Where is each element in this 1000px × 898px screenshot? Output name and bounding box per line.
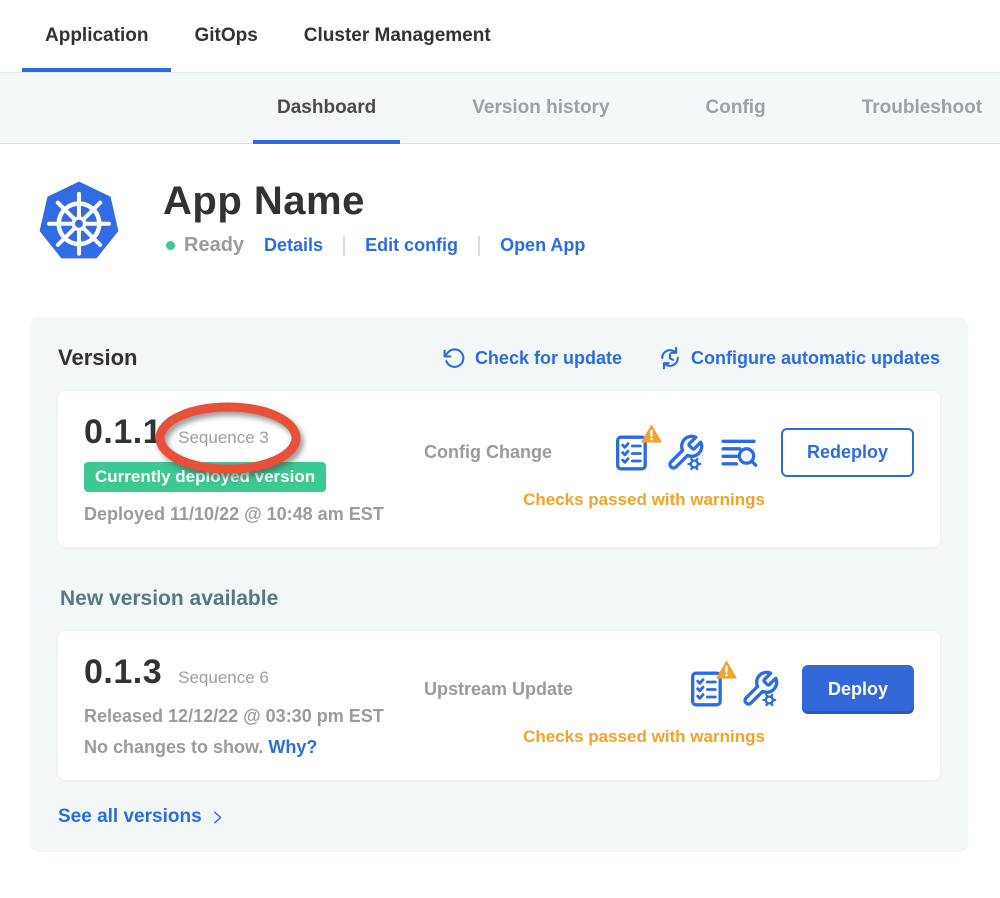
version-panel-title: Version (58, 345, 137, 371)
tab-application[interactable]: Application (22, 0, 171, 72)
tab-gitops[interactable]: GitOps (171, 0, 280, 72)
preflight-checks-warning-icon[interactable] (611, 433, 651, 473)
tab-dashboard-label: Dashboard (277, 97, 376, 119)
why-link[interactable]: Why? (268, 737, 317, 757)
released-timestamp: Released 12/12/22 @ 03:30 pm EST (84, 706, 414, 727)
page-title: App Name (163, 177, 585, 225)
tab-cluster-management[interactable]: Cluster Management (281, 0, 514, 72)
tab-gitops-label: GitOps (194, 25, 257, 47)
open-app-link[interactable]: Open App (500, 235, 585, 256)
kubernetes-logo-icon (35, 177, 123, 267)
refresh-icon (442, 346, 467, 371)
deploy-button[interactable]: Deploy (802, 665, 914, 714)
tab-cluster-management-label: Cluster Management (304, 25, 491, 47)
redeploy-button[interactable]: Redeploy (781, 428, 914, 477)
new-version-heading: New version available (60, 587, 940, 611)
check-for-update-label: Check for update (475, 348, 622, 369)
available-version-number: 0.1.3 (84, 653, 162, 692)
warning-triangle-icon (715, 658, 738, 681)
primary-nav: Application GitOps Cluster Management (0, 0, 1000, 72)
auto-update-clock-icon (657, 345, 683, 371)
see-all-versions-label: See all versions (58, 806, 202, 828)
deployed-version-card: 0.1.1 Sequence 3 Currently deployed vers… (58, 391, 940, 547)
deployed-version-number: 0.1.1 (84, 413, 162, 452)
divider (343, 236, 345, 256)
no-changes-text: No changes to show. (84, 737, 263, 757)
warning-triangle-icon (640, 422, 663, 445)
ready-status-dot-icon (166, 241, 175, 250)
deployed-timestamp: Deployed 11/10/22 @ 10:48 am EST (84, 504, 414, 525)
tab-config[interactable]: Config (682, 73, 790, 143)
app-status-row: Ready Details Edit config Open App (163, 234, 585, 257)
available-sequence-label: Sequence 6 (178, 668, 269, 687)
edit-config-link[interactable]: Edit config (365, 235, 458, 256)
version-panel: Version Check for update Configure autom… (30, 317, 968, 852)
currently-deployed-badge: Currently deployed version (84, 462, 326, 492)
tab-config-label: Config (706, 97, 766, 119)
preflight-checks-warning-icon[interactable] (686, 669, 726, 709)
view-diff-icon[interactable] (719, 433, 759, 473)
details-link[interactable]: Details (264, 235, 323, 256)
edit-config-wrench-icon[interactable] (740, 669, 780, 709)
status-badge: Ready (184, 234, 244, 257)
chevron-right-icon (209, 809, 226, 826)
app-header: App Name Ready Details Edit config Open … (35, 177, 1000, 267)
version-source-label: Upstream Update (424, 679, 573, 700)
tab-troubleshoot[interactable]: Troubleshoot (838, 73, 1000, 143)
tab-version-history[interactable]: Version history (448, 73, 633, 143)
divider (478, 236, 480, 256)
app-subnav: Dashboard Version history Config Trouble… (0, 72, 1000, 144)
check-for-update-link[interactable]: Check for update (442, 346, 622, 371)
preflight-checks-status: Checks passed with warnings (414, 490, 914, 510)
available-version-card: 0.1.3 Sequence 6 Released 12/12/22 @ 03:… (58, 631, 940, 780)
version-source-label: Config Change (424, 442, 552, 463)
tab-troubleshoot-label: Troubleshoot (862, 97, 982, 119)
edit-config-wrench-icon[interactable] (665, 433, 705, 473)
tab-version-history-label: Version history (472, 97, 609, 119)
preflight-checks-status: Checks passed with warnings (414, 727, 914, 747)
tab-dashboard[interactable]: Dashboard (253, 73, 400, 143)
see-all-versions-link[interactable]: See all versions (58, 806, 226, 828)
configure-automatic-updates-label: Configure automatic updates (691, 348, 940, 369)
configure-automatic-updates-link[interactable]: Configure automatic updates (657, 345, 940, 371)
tab-application-label: Application (45, 25, 148, 47)
deployed-sequence-label: Sequence 3 (178, 428, 269, 447)
